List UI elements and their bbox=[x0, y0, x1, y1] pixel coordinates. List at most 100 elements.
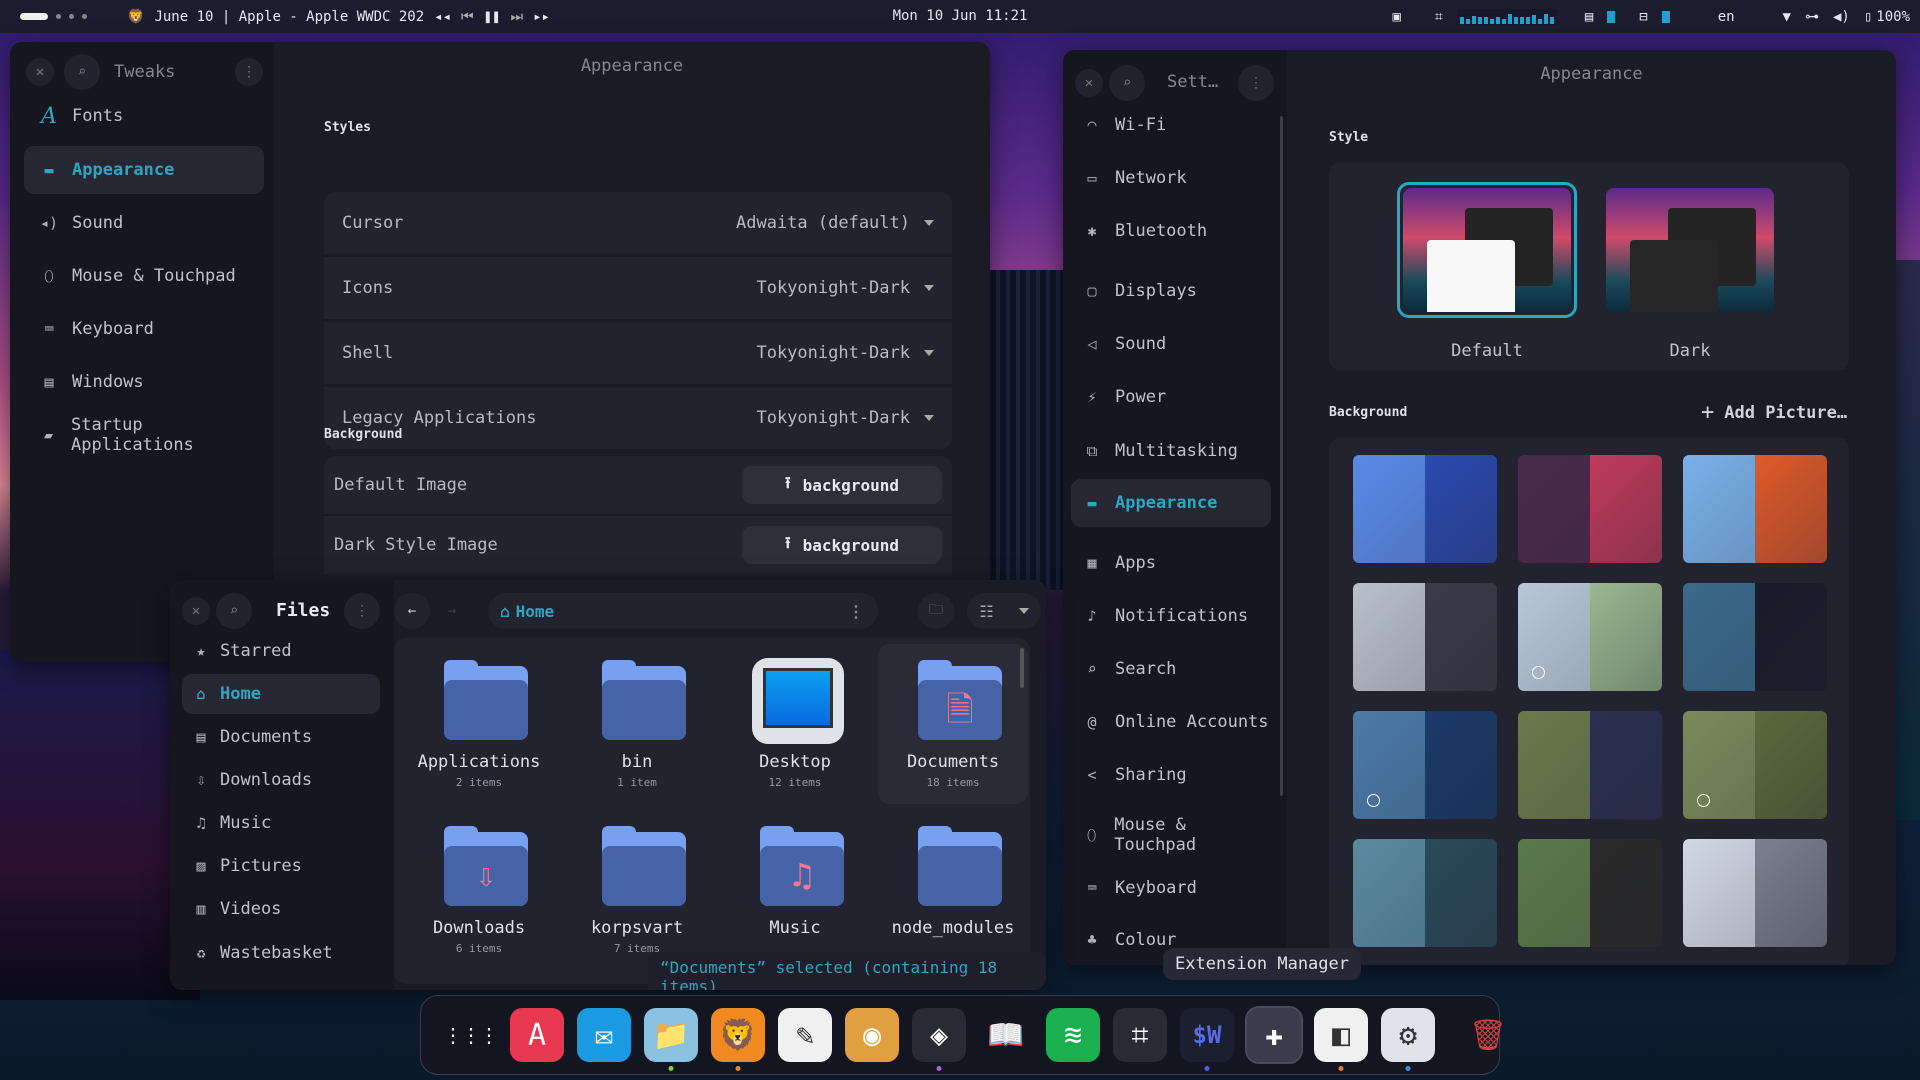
style-row-legacy-applications[interactable]: Legacy Applications Tokyonight-Dark bbox=[324, 387, 952, 449]
sidebar-item-power[interactable]: ⚡ Power bbox=[1071, 373, 1271, 421]
sidebar-item-wi-fi[interactable]: ◠ Wi-Fi bbox=[1071, 101, 1271, 149]
disk-icon[interactable]: ⊟ bbox=[1639, 9, 1647, 25]
add-picture-button[interactable]: + Add Picture… bbox=[1701, 400, 1847, 425]
workspace-dot[interactable] bbox=[69, 14, 74, 19]
sidebar-item-search[interactable]: ⌕ Search bbox=[1071, 645, 1271, 693]
choose-background-button[interactable]: ⭱ background bbox=[742, 526, 942, 564]
dock-app-brave[interactable]: 🦁 bbox=[711, 1008, 765, 1071]
file-item-bin[interactable]: bin 1 item bbox=[562, 644, 712, 804]
dropdown[interactable]: Tokyonight-Dark bbox=[756, 408, 934, 428]
path-bar[interactable]: ⌂ Home ⋮ bbox=[488, 593, 878, 629]
dock-app-settings[interactable]: ⚙ bbox=[1381, 1008, 1435, 1071]
wifi-icon[interactable]: ▼ bbox=[1783, 9, 1791, 25]
sidebar-item-videos[interactable]: ▥ Videos bbox=[182, 889, 380, 929]
sidebar-item-pictures[interactable]: ▨ Pictures bbox=[182, 846, 380, 886]
sidebar-item-fonts[interactable]: A Fonts bbox=[24, 92, 264, 140]
back-button[interactable]: ← bbox=[394, 593, 430, 629]
dock-app-trash[interactable]: 🗑 bbox=[1461, 1008, 1515, 1062]
sidebar-item-documents[interactable]: ▤ Documents bbox=[182, 717, 380, 757]
style-option-dark[interactable]: Dark bbox=[1600, 182, 1780, 361]
dock-app-currency[interactable]: $W bbox=[1180, 1008, 1234, 1071]
keyboard-language[interactable]: en bbox=[1718, 9, 1735, 25]
rewind-icon[interactable]: ◂◂ bbox=[434, 9, 451, 25]
pause-icon[interactable]: ❚❚ bbox=[484, 9, 501, 25]
dropdown[interactable]: Tokyonight-Dark bbox=[756, 343, 934, 363]
cpu-icon[interactable]: ⌗ bbox=[1435, 9, 1443, 25]
file-item-node-modules[interactable]: node_modules bbox=[878, 810, 1028, 970]
vpn-key-icon[interactable]: ⊶ bbox=[1805, 9, 1819, 25]
sidebar-item-startup-applications[interactable]: ▰ Startup Applications bbox=[24, 411, 264, 459]
search-button[interactable]: ⌕ bbox=[216, 593, 252, 629]
sidebar-item-notifications[interactable]: ♪ Notifications bbox=[1071, 592, 1271, 640]
sidebar-item-sound[interactable]: ◂) Sound bbox=[24, 199, 264, 247]
workspace-dot[interactable] bbox=[56, 14, 61, 19]
sidebar-item-bluetooth[interactable]: ✱ Bluetooth bbox=[1071, 207, 1271, 255]
style-row-icons[interactable]: Icons Tokyonight-Dark bbox=[324, 257, 952, 319]
previous-icon[interactable]: ⏮ bbox=[461, 9, 474, 25]
dock-app-figma[interactable]: ◈ bbox=[912, 1008, 966, 1071]
dock-app-spotify[interactable]: ≋ bbox=[1046, 1008, 1100, 1062]
file-item-korpsvart[interactable]: korpsvart 7 items bbox=[562, 810, 712, 970]
sidebar-item-appearance[interactable]: ▬ Appearance bbox=[1071, 479, 1271, 528]
sidebar-item-music[interactable]: ♫ Music bbox=[182, 803, 380, 843]
sidebar-item-keyboard[interactable]: ⌨ Keyboard bbox=[24, 305, 264, 353]
scrollbar[interactable] bbox=[1020, 648, 1024, 688]
next-icon[interactable]: ⏭ bbox=[510, 9, 523, 25]
dock-app-screenshot[interactable]: ⌗ bbox=[1113, 1008, 1167, 1062]
menu-button[interactable]: ⋮ bbox=[344, 593, 380, 629]
file-item-documents[interactable]: 🗎 Documents 18 items bbox=[878, 644, 1028, 804]
menu-button[interactable]: ⋮ bbox=[235, 58, 263, 86]
wallpaper-shards[interactable] bbox=[1518, 839, 1662, 947]
volume-icon[interactable]: ◀) bbox=[1833, 9, 1850, 25]
workspace-active[interactable] bbox=[20, 13, 48, 20]
sidebar-item-keyboard[interactable]: ⌨ Keyboard bbox=[1071, 864, 1271, 912]
sidebar-item-displays[interactable]: ▢ Displays bbox=[1071, 267, 1271, 315]
screenshot-icon[interactable]: ▣ bbox=[1392, 9, 1400, 25]
wallpaper-ice[interactable] bbox=[1683, 839, 1827, 947]
sidebar-item-starred[interactable]: ★ Starred bbox=[182, 631, 380, 671]
sidebar-item-appearance[interactable]: ▬ Appearance bbox=[24, 146, 264, 195]
file-item-music[interactable]: ♫ Music bbox=[720, 810, 870, 970]
wallpaper-forest-night[interactable] bbox=[1518, 711, 1662, 819]
file-item-downloads[interactable]: ⇩ Downloads 6 items bbox=[404, 810, 554, 970]
sidebar-item-multitasking[interactable]: ⧉ Multitasking bbox=[1071, 427, 1271, 475]
style-option-default[interactable]: Default bbox=[1397, 182, 1577, 361]
dock-app-reader[interactable]: 📖 bbox=[979, 1008, 1033, 1062]
sidebar-item-sharing[interactable]: < Sharing bbox=[1071, 751, 1271, 799]
close-button[interactable]: ✕ bbox=[26, 58, 54, 86]
dock-app-extension-manager[interactable]: ✚ bbox=[1245, 1006, 1303, 1064]
workspace-indicator[interactable] bbox=[20, 0, 87, 33]
sidebar-item-online-accounts[interactable]: @ Online Accounts bbox=[1071, 698, 1271, 746]
style-row-cursor[interactable]: Cursor Adwaita (default) bbox=[324, 192, 952, 254]
folder-search-button[interactable]: 🗀 bbox=[918, 593, 954, 629]
dock-app-mail[interactable]: ✉ bbox=[577, 1008, 631, 1062]
sidebar-item-sound[interactable]: ◁ Sound bbox=[1071, 320, 1271, 368]
path-menu-icon[interactable]: ⋮ bbox=[848, 602, 864, 621]
dock-app-app-store[interactable]: A bbox=[510, 1008, 564, 1062]
search-button[interactable]: ⌕ bbox=[1109, 65, 1145, 101]
forward-button[interactable]: → bbox=[434, 593, 470, 629]
wallpaper-clouds-night[interactable] bbox=[1353, 583, 1497, 691]
fast-forward-icon[interactable]: ▸▸ bbox=[533, 9, 550, 25]
sidebar-item-mouse-touchpad[interactable]: ⬯ Mouse & Touchpad bbox=[24, 252, 264, 300]
sidebar-item-home[interactable]: ⌂ Home bbox=[182, 674, 380, 715]
file-item-applications[interactable]: Applications 2 items bbox=[404, 644, 554, 804]
wallpaper-blue-triangles[interactable] bbox=[1353, 455, 1497, 563]
wallpaper-glass-teal[interactable] bbox=[1353, 839, 1497, 947]
search-button[interactable]: ⌕ bbox=[64, 54, 100, 90]
clock[interactable]: Mon 10 Jun 11:21 bbox=[893, 8, 1028, 24]
wallpaper-clouds-day[interactable] bbox=[1518, 583, 1662, 691]
sidebar-item-wastebasket[interactable]: ♻ Wastebasket bbox=[182, 933, 380, 973]
wallpaper-drip[interactable] bbox=[1683, 455, 1827, 563]
sidebar-item-apps[interactable]: ▦ Apps bbox=[1071, 539, 1271, 587]
sidebar-scrollbar[interactable] bbox=[1280, 116, 1283, 796]
dock-app-app-grid[interactable]: ⋮⋮⋮ bbox=[443, 1008, 499, 1062]
wallpaper-bubble-blue[interactable] bbox=[1353, 711, 1497, 819]
path-home[interactable]: Home bbox=[516, 602, 555, 621]
view-toggle[interactable]: ☷ bbox=[967, 593, 1041, 629]
battery-icon[interactable]: ▯ bbox=[1864, 9, 1872, 25]
memory-icon[interactable]: ▤ bbox=[1585, 9, 1593, 25]
dock-app-files[interactable]: 📁 bbox=[644, 1008, 698, 1071]
file-item-desktop[interactable]: Desktop 12 items bbox=[720, 644, 870, 804]
sidebar-item-downloads[interactable]: ⇩ Downloads bbox=[182, 760, 380, 800]
